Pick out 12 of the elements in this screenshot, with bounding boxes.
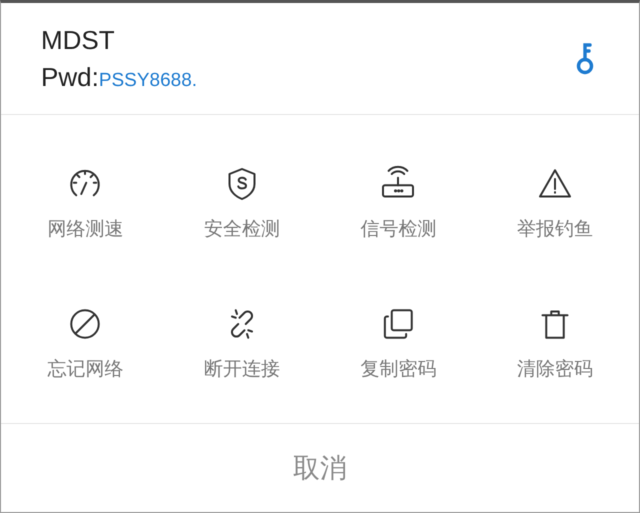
action-button[interactable]: 举报钓鱼 [476,133,633,273]
action-button[interactable]: 断开连接 [164,273,320,413]
action-button[interactable]: 忘记网络 [7,273,164,413]
action-button[interactable]: 网络测速 [7,133,164,273]
action-button[interactable]: 清除密码 [476,273,633,413]
action-button[interactable]: 信号检测 [320,133,476,273]
cancel-button[interactable]: 取消 [1,424,639,512]
password-label: Pwd: [41,62,99,92]
password-value: PSSY8688. [98,70,198,92]
network-name: MDST [41,24,116,56]
action-button[interactable]: 安全检测 [164,133,320,273]
action-button[interactable]: 复制密码 [320,273,476,413]
